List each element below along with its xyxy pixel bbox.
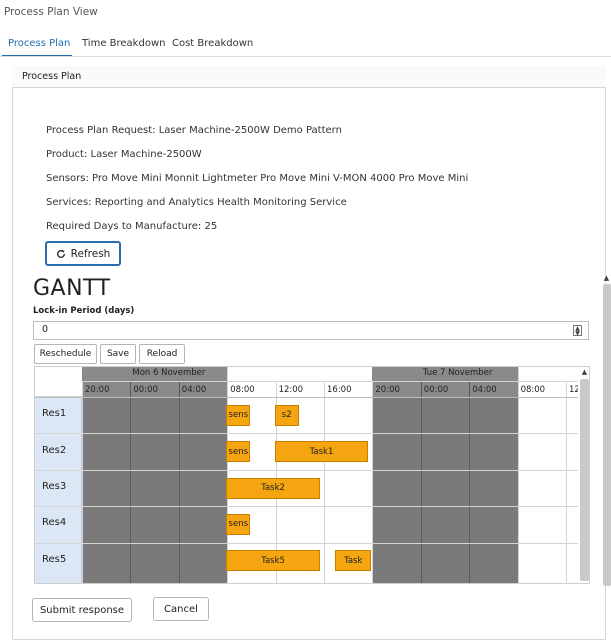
gantt-chart: Mon 6 November Tue 7 November 20:00 00:00 04…: [34, 366, 590, 584]
tab-time-breakdown[interactable]: Time Breakdown: [82, 38, 165, 49]
process-plan-request: Process Plan Request: Laser Machine-2500…: [46, 125, 342, 136]
off-hours-band: [420, 397, 470, 583]
task-bar[interactable]: sens: [226, 404, 251, 426]
resource-label: Res1: [42, 408, 67, 420]
grid-line: [517, 367, 519, 583]
hour-label: 08:00: [230, 385, 255, 395]
off-hours-band: [82, 397, 131, 583]
date-label: Tue 7 November: [422, 368, 493, 378]
hour-label: 00:00: [133, 385, 158, 395]
refresh-button[interactable]: Refresh: [45, 241, 121, 266]
grid-line: [130, 381, 132, 583]
task-bar[interactable]: sens: [226, 513, 251, 535]
lockin-value: 0: [42, 324, 49, 335]
gantt-title: GANTT: [33, 276, 111, 301]
refresh-icon: [56, 249, 65, 258]
gantt-scrollbar[interactable]: ▲: [578, 367, 589, 583]
resource-column-header: [35, 367, 82, 397]
stepper-icon[interactable]: ▲ ▼: [573, 325, 582, 337]
grid-line: [566, 381, 567, 583]
header-divider: [82, 381, 578, 382]
refresh-label: Refresh: [70, 247, 111, 260]
header-divider: [35, 397, 578, 398]
off-hours-band: [372, 397, 421, 583]
save-button[interactable]: Save: [100, 344, 136, 364]
row-divider: [35, 433, 578, 435]
task-bar[interactable]: sens: [226, 441, 251, 463]
grid-line: [420, 381, 422, 583]
off-hours-band: [130, 397, 179, 583]
resource-label: Res2: [42, 444, 67, 456]
hour-label: 04:00: [181, 385, 207, 395]
row-divider: [35, 542, 578, 544]
product-text: Product: Laser Machine-2500W: [46, 149, 202, 160]
reload-button[interactable]: Reload: [139, 344, 185, 364]
task-bar[interactable]: Task: [335, 550, 372, 572]
grid-line: [372, 381, 374, 583]
sensors-text: Sensors: Pro Move Mini Monnit Lightmeter…: [46, 173, 469, 184]
page-scroll-thumb[interactable]: [603, 284, 611, 586]
page-scrollbar[interactable]: ▲: [601, 274, 611, 590]
submit-response-button[interactable]: Submit response: [32, 598, 132, 622]
tab-bar: Process Plan Time Breakdown Cost Breakdo…: [0, 36, 611, 57]
hour-label: 00:00: [423, 385, 449, 395]
grid-line: [469, 381, 471, 583]
task-bar[interactable]: Task1: [274, 441, 369, 463]
hour-label: 20:00: [85, 385, 110, 395]
hour-label: 12:00: [278, 385, 304, 395]
services-text: Services: Reporting and Analytics Health…: [46, 197, 347, 208]
tab-divider: [0, 56, 611, 57]
cancel-button[interactable]: Cancel: [153, 597, 209, 621]
resource-label: Res5: [42, 553, 67, 565]
window-title: Process Plan View: [4, 6, 98, 18]
scroll-up-icon[interactable]: ▲: [602, 274, 611, 284]
gantt-scroll-thumb[interactable]: [580, 379, 589, 581]
tab-cost-breakdown[interactable]: Cost Breakdown: [172, 38, 253, 49]
row-divider: [35, 506, 578, 508]
row-divider: [35, 469, 578, 471]
off-hours-band: [178, 397, 228, 583]
grid-line: [324, 381, 325, 583]
panel-title: Process Plan: [22, 71, 82, 82]
task-bar[interactable]: s2: [274, 404, 299, 426]
lockin-label: Lock-in Period (days): [33, 306, 135, 316]
lockin-period-input[interactable]: 0 ▲ ▼: [33, 321, 589, 340]
grid-line: [82, 381, 83, 583]
hour-label: 04:00: [472, 385, 497, 395]
task-bar[interactable]: Task2: [226, 477, 320, 499]
grid-line: [178, 381, 180, 583]
task-bar[interactable]: Task5: [226, 550, 320, 572]
reschedule-button[interactable]: Reschedule: [34, 344, 97, 364]
panel-header: [12, 66, 606, 88]
hour-label: 16:00: [327, 385, 352, 395]
resource-label: Res3: [42, 481, 67, 492]
required-days-text: Required Days to Manufacture: 25: [46, 221, 218, 232]
scroll-up-icon[interactable]: ▲: [580, 368, 589, 377]
resource-label: Res4: [42, 517, 67, 529]
date-label: Mon 6 November: [132, 368, 206, 378]
off-hours-band: [469, 397, 518, 583]
hour-label: 08:00: [520, 385, 546, 395]
tab-process-plan[interactable]: Process Plan: [8, 38, 70, 49]
resource-column: [35, 367, 82, 583]
hour-label: 20:00: [375, 385, 400, 395]
